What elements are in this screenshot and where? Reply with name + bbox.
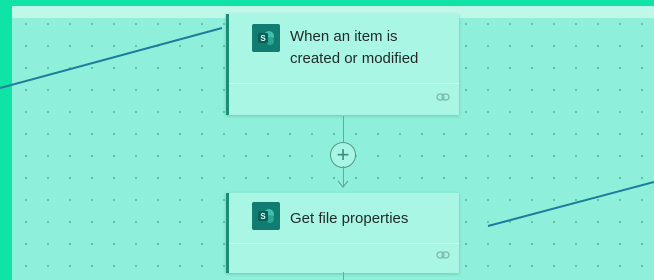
- arrow-down-icon: [337, 180, 349, 189]
- link-icon: [436, 93, 450, 101]
- trigger-card[interactable]: S When an item is created or modified: [226, 14, 459, 115]
- pointer-line-right: [487, 181, 654, 227]
- action-card-get-file-properties[interactable]: S Get file properties: [226, 193, 459, 273]
- sharepoint-icon: S: [252, 202, 280, 230]
- action-title: Get file properties: [290, 210, 409, 227]
- flow-connector: [343, 272, 344, 280]
- sharepoint-icon: S: [252, 24, 280, 52]
- svg-text:S: S: [260, 212, 266, 221]
- card-divider: [229, 83, 459, 84]
- plus-icon: +: [336, 142, 350, 167]
- pointer-line-left: [0, 27, 223, 89]
- card-divider: [229, 243, 459, 244]
- trigger-title: When an item is created or modified: [290, 28, 419, 67]
- link-icon: [436, 251, 450, 259]
- add-step-button[interactable]: +: [330, 142, 356, 168]
- svg-text:S: S: [260, 34, 266, 43]
